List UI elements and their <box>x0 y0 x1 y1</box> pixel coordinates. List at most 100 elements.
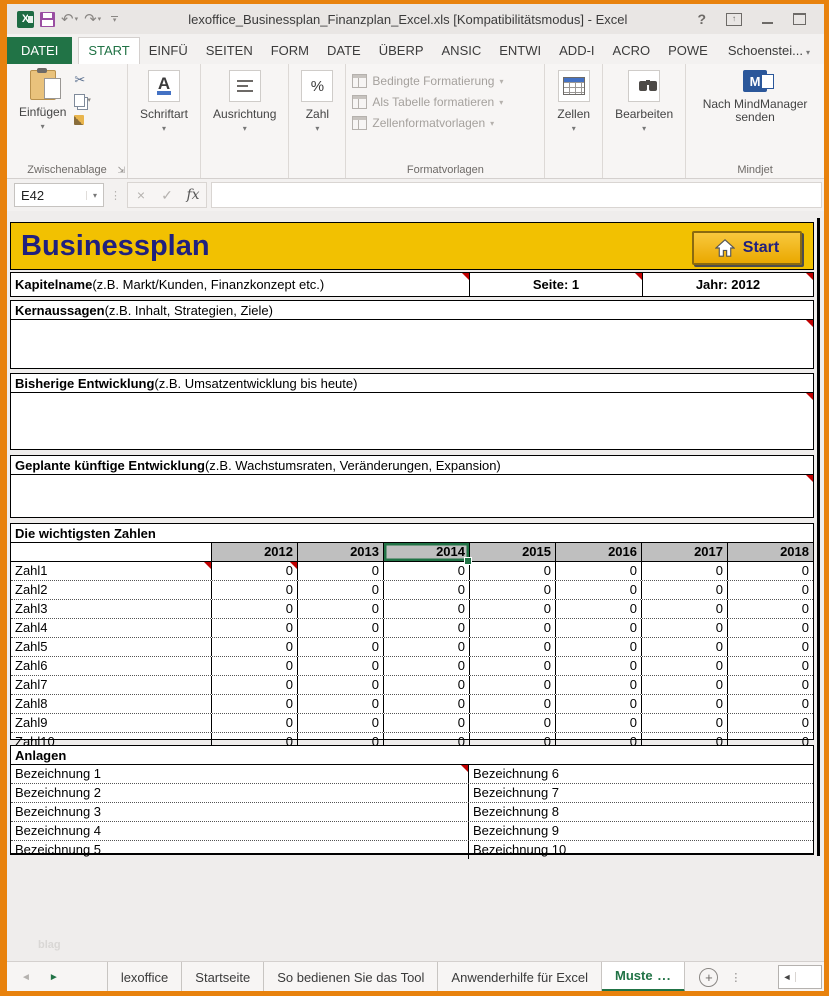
mindmanager-button[interactable]: M Nach MindManagersenden <box>697 68 814 126</box>
value-cell[interactable]: 0 <box>211 600 297 618</box>
ribbon-display-icon[interactable]: ↑ <box>726 13 742 26</box>
ribbon-tab-add-i[interactable]: ADD-I <box>550 38 603 64</box>
value-cell[interactable]: 0 <box>211 695 297 713</box>
tab-overflow-icon[interactable]: ⋮ <box>730 971 741 984</box>
value-cell[interactable]: 0 <box>469 657 555 675</box>
copy-button[interactable]: ▾ <box>74 92 91 108</box>
value-cell[interactable]: 0 <box>383 657 469 675</box>
anlage-right-cell[interactable]: Bezeichnung 9 <box>469 822 813 840</box>
value-cell[interactable]: 0 <box>469 600 555 618</box>
insert-function-icon[interactable]: fx <box>180 187 206 203</box>
row-label-zahl8[interactable]: Zahl8 <box>11 695 211 713</box>
ribbon-tab-einfü[interactable]: EINFÜ <box>140 38 197 64</box>
value-cell[interactable]: 0 <box>211 619 297 637</box>
value-cell[interactable]: 0 <box>211 676 297 694</box>
value-cell[interactable]: 0 <box>555 695 641 713</box>
sheet-tab-so-bedienen-sie-das-tool[interactable]: So bedienen Sie das Tool <box>264 962 438 992</box>
value-cell[interactable]: 0 <box>641 619 727 637</box>
value-cell[interactable]: 0 <box>383 695 469 713</box>
value-cell[interactable]: 0 <box>297 581 383 599</box>
name-box[interactable]: E42 ▾ <box>14 183 104 207</box>
value-cell[interactable]: 0 <box>555 562 641 580</box>
account-menu[interactable]: Schoenstei...▾ <box>719 38 824 64</box>
anlage-right-cell[interactable]: Bezeichnung 10 <box>469 841 813 859</box>
formula-input[interactable] <box>211 182 822 208</box>
value-cell[interactable]: 0 <box>211 714 297 732</box>
new-sheet-button[interactable]: + <box>699 968 718 987</box>
editing-menu-button[interactable]: Bearbeiten ▾ <box>609 68 679 135</box>
ribbon-tab-form[interactable]: FORM <box>262 38 318 64</box>
cut-button[interactable]: ✂ <box>74 72 91 88</box>
value-cell[interactable]: 0 <box>383 600 469 618</box>
value-cell[interactable]: 0 <box>211 562 297 580</box>
value-cell[interactable]: 0 <box>383 562 469 580</box>
name-box-dropdown-icon[interactable]: ▾ <box>86 191 103 200</box>
row-label-zahl7[interactable]: Zahl7 <box>11 676 211 694</box>
ribbon-tab-seiten[interactable]: SEITEN <box>197 38 262 64</box>
value-cell[interactable]: 0 <box>555 600 641 618</box>
value-cell[interactable]: 0 <box>727 714 813 732</box>
anlage-right-cell[interactable]: Bezeichnung 8 <box>469 803 813 821</box>
value-cell[interactable]: 0 <box>641 600 727 618</box>
value-cell[interactable]: 0 <box>727 676 813 694</box>
row-label-zahl5[interactable]: Zahl5 <box>11 638 211 656</box>
value-cell[interactable]: 0 <box>469 581 555 599</box>
ribbon-tab-entwi[interactable]: ENTWI <box>490 38 550 64</box>
undo-button[interactable]: ↶▾ <box>61 10 78 28</box>
anlage-left-cell[interactable]: Bezeichnung 1 <box>11 765 469 783</box>
year-header-2015[interactable]: 2015 <box>469 543 555 561</box>
anlage-left-cell[interactable]: Bezeichnung 4 <box>11 822 469 840</box>
value-cell[interactable]: 0 <box>469 619 555 637</box>
sheet-tab-active[interactable]: Muste... <box>602 962 685 992</box>
alignment-menu-button[interactable]: Ausrichtung ▾ <box>207 68 282 135</box>
paste-dropdown-caret[interactable]: ▾ <box>41 122 45 131</box>
cancel-icon[interactable]: × <box>128 187 154 203</box>
row-label-zahl4[interactable]: Zahl4 <box>11 619 211 637</box>
save-icon[interactable] <box>40 12 55 27</box>
sheet-tab-anwenderhilfe-für-excel[interactable]: Anwenderhilfe für Excel <box>438 962 602 992</box>
value-cell[interactable]: 0 <box>727 695 813 713</box>
value-cell[interactable]: 0 <box>727 581 813 599</box>
cell-seite[interactable]: Seite: 1 <box>469 273 642 296</box>
value-cell[interactable]: 0 <box>211 581 297 599</box>
cell-kapitelname[interactable]: Kapitelname (z.B. Markt/Kunden, Finanzko… <box>11 273 469 296</box>
year-header-2017[interactable]: 2017 <box>641 543 727 561</box>
bisherige-input-area[interactable] <box>11 393 813 450</box>
row-label-zahl9[interactable]: Zahl9 <box>11 714 211 732</box>
ribbon-tab-überp[interactable]: ÜBERP <box>370 38 433 64</box>
ribbon-tab-datei[interactable]: DATEI <box>7 37 72 64</box>
value-cell[interactable]: 0 <box>641 695 727 713</box>
ribbon-tab-start[interactable]: START <box>78 37 139 64</box>
value-cell[interactable]: 0 <box>297 562 383 580</box>
year-header-2018[interactable]: 2018 <box>727 543 813 561</box>
row-label-zahl2[interactable]: Zahl2 <box>11 581 211 599</box>
clipboard-dialog-launcher-icon[interactable]: ⇲ <box>117 165 125 176</box>
value-cell[interactable]: 0 <box>469 714 555 732</box>
value-cell[interactable]: 0 <box>555 657 641 675</box>
value-cell[interactable]: 0 <box>297 695 383 713</box>
paste-button[interactable]: Einfügen ▾ <box>13 68 72 133</box>
cell-jahr[interactable]: Jahr: 2012 <box>642 273 813 296</box>
value-cell[interactable]: 0 <box>211 638 297 656</box>
value-cell[interactable]: 0 <box>641 581 727 599</box>
cells-menu-button[interactable]: Zellen ▾ <box>551 68 596 135</box>
sheet-tab-lexoffice[interactable]: lexoffice <box>107 962 182 992</box>
anlage-right-cell[interactable]: Bezeichnung 6 <box>469 765 813 783</box>
anlage-left-cell[interactable]: Bezeichnung 5 <box>11 841 469 859</box>
value-cell[interactable]: 0 <box>641 657 727 675</box>
row-label-zahl6[interactable]: Zahl6 <box>11 657 211 675</box>
value-cell[interactable]: 0 <box>641 638 727 656</box>
value-cell[interactable]: 0 <box>297 638 383 656</box>
sheet-nav-left-icon[interactable]: ◄ <box>21 972 31 983</box>
geplante-input-area[interactable] <box>11 475 813 518</box>
restore-icon[interactable] <box>793 13 806 25</box>
year-header-2013[interactable]: 2013 <box>297 543 383 561</box>
ribbon-tab-acro[interactable]: ACRO <box>604 38 660 64</box>
value-cell[interactable]: 0 <box>641 562 727 580</box>
redo-button[interactable]: ↷▾ <box>84 10 101 28</box>
selection-fill-handle[interactable] <box>464 557 472 565</box>
value-cell[interactable]: 0 <box>641 714 727 732</box>
value-cell[interactable]: 0 <box>555 676 641 694</box>
value-cell[interactable]: 0 <box>383 676 469 694</box>
value-cell[interactable]: 0 <box>297 600 383 618</box>
